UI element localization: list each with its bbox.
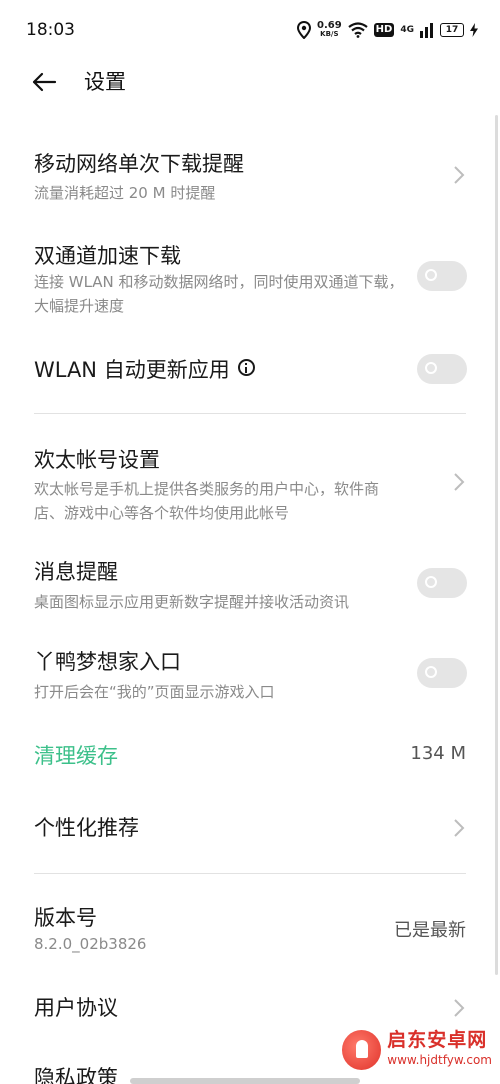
version-status: 已是最新 [394,920,466,941]
yaya-entry-subtitle: 打开后会在“我的”页面显示游戏入口 [34,683,275,701]
cache-size-value: 134 M [410,743,466,764]
toggle-knob [425,269,437,281]
back-arrow-icon [32,72,57,92]
dual-channel-title: 双通道加速下载 [34,244,181,268]
version-number: 8.2.0_02b3826 [34,935,147,953]
watermark: 启东安卓网 www.hjdtfyw.com [342,1022,492,1078]
dual-channel-subtitle: 连接 WLAN 和移动数据网络时，同时使用双通道下载，大幅提升速度 [34,273,404,315]
wlan-auto-update-toggle[interactable] [417,354,467,384]
network-speed: 0.69 KB/S [317,21,342,39]
wifi-icon [347,22,368,38]
notifications-toggle[interactable] [417,568,467,598]
info-icon[interactable] [237,359,255,376]
account-settings-subtitle: 欢太帐号是手机上提供各类服务的用户中心，软件商店、游戏中心等各个软件均使用此帐号 [34,480,380,522]
hd-badge: HD [373,23,395,37]
location-icon [296,21,311,39]
wlan-auto-update-title: WLAN 自动更新应用 [34,358,230,382]
dual-channel-toggle[interactable] [417,261,467,291]
chevron-right-icon [454,473,465,491]
mobile-download-alert-subtitle: 流量消耗超过 20 M 时提醒 [34,184,216,202]
account-settings-title: 欢太帐号设置 [34,448,160,472]
home-indicator[interactable] [130,1078,360,1084]
page-title: 设置 [84,70,126,94]
watermark-text: 启东安卓网 www.hjdtfyw.com [387,1030,492,1070]
toggle-knob [425,576,437,588]
watermark-logo-icon [342,1030,382,1070]
back-button[interactable] [30,68,58,96]
divider [34,873,466,874]
version-item[interactable]: 版本号 8.2.0_02b3826 已是最新 [0,898,500,958]
yaya-entry-toggle[interactable] [417,658,467,688]
network-type: 4G [400,24,414,35]
clear-cache-item[interactable]: 清理缓存 134 M [0,736,500,776]
dual-channel-item: 双通道加速下载 连接 WLAN 和移动数据网络时，同时使用双通道下载，大幅提升速… [0,234,500,320]
account-settings-item[interactable]: 欢太帐号设置 欢太帐号是手机上提供各类服务的用户中心，软件商店、游戏中心等各个软… [0,440,500,526]
status-bar: 18:03 0.69 KB/S HD 4G 17 [0,0,500,62]
notifications-subtitle: 桌面图标显示应用更新数字提醒并接收活动资讯 [34,593,350,611]
personalized-recommendation-item[interactable]: 个性化推荐 [0,806,500,850]
yaya-entry-title: 丫鸭梦想家入口 [34,650,181,674]
battery-level: 17 [445,25,459,35]
notifications-item: 消息提醒 桌面图标显示应用更新数字提醒并接收活动资讯 [0,552,500,616]
network-speed-unit: KB/S [320,30,339,38]
privacy-policy-title: 隐私政策 [34,1066,118,1084]
personalized-recommendation-title: 个性化推荐 [34,816,139,840]
user-agreement-title: 用户协议 [34,996,118,1020]
wlan-auto-update-item: WLAN 自动更新应用 [0,348,500,392]
battery-indicator: 17 [440,23,464,37]
watermark-url: www.hjdtfyw.com [387,1053,492,1067]
watermark-name: 启东安卓网 [387,1029,488,1051]
status-icons: 0.69 KB/S HD 4G 17 [296,18,478,42]
mobile-download-alert-item[interactable]: 移动网络单次下载提醒 流量消耗超过 20 M 时提醒 [0,140,500,210]
toggle-knob [425,362,437,374]
charging-icon [470,23,478,37]
toolbar: 设置 [0,62,500,102]
signal-icon [420,23,433,38]
wlan-auto-update-title-wrap: WLAN 自动更新应用 [34,354,255,384]
notifications-title: 消息提醒 [34,560,118,584]
network-speed-value: 0.69 [316,20,342,31]
yaya-entry-item: 丫鸭梦想家入口 打开后会在“我的”页面显示游戏入口 [0,642,500,706]
clear-cache-title: 清理缓存 [34,744,118,768]
scrollbar[interactable] [495,115,498,975]
version-title: 版本号 [34,906,97,930]
divider [34,413,466,414]
chevron-right-icon [454,999,465,1017]
toggle-knob [425,666,437,678]
mobile-download-alert-title: 移动网络单次下载提醒 [34,152,244,176]
status-time: 18:03 [26,20,75,40]
chevron-right-icon [454,166,465,184]
chevron-right-icon [454,819,465,837]
